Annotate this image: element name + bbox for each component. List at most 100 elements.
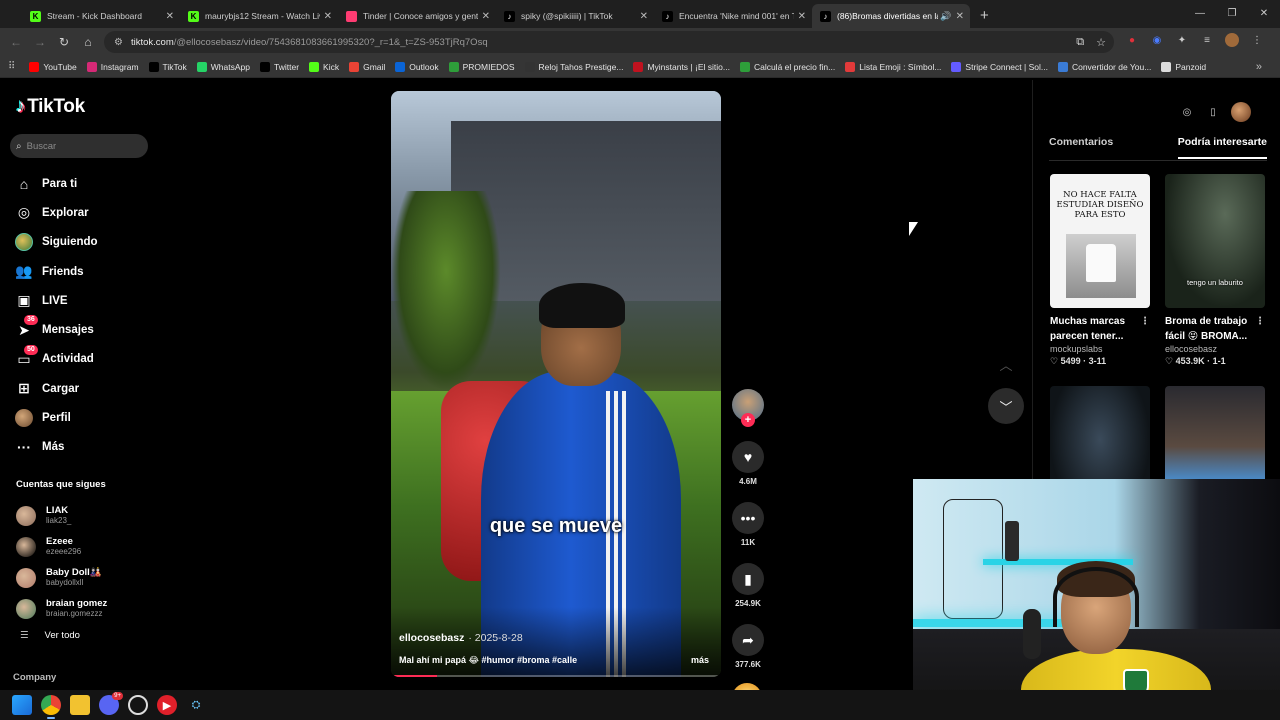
browser-tab[interactable]: Tinder | Conoce amigos y gente ✕: [338, 4, 496, 28]
nav-item[interactable]: ··· Más: [14, 433, 98, 462]
install-app-icon[interactable]: ⧉: [1076, 36, 1084, 49]
windows-start-icon[interactable]: [12, 695, 32, 715]
nav-item[interactable]: ⌂ Para ti: [14, 169, 98, 198]
video-player[interactable]: que se mueve ellocosebasz · 2025-8-28 Mal…: [391, 91, 721, 677]
bookmark-item[interactable]: WhatsApp: [196, 61, 250, 72]
card-title[interactable]: Muchas marcas parecen tener... ⋮: [1050, 314, 1150, 344]
bookmark-item[interactable]: Lista Emoji : Símbol...: [845, 61, 941, 72]
bookmark-item[interactable]: Myinstants | ¡El sitio...: [633, 61, 730, 72]
extensions-puzzle-icon[interactable]: ✦: [1175, 33, 1189, 47]
bookmark-item[interactable]: Outlook: [395, 61, 439, 72]
tab-close-icon[interactable]: ✕: [482, 11, 490, 22]
bookmark-item[interactable]: Panzoid: [1161, 61, 1206, 72]
nav-item[interactable]: Siguiendo: [14, 228, 98, 257]
extension-red-icon[interactable]: ●: [1125, 33, 1139, 47]
nav-item[interactable]: Perfil: [14, 403, 98, 432]
speaker-icon[interactable]: 🔊: [940, 11, 951, 22]
video-author[interactable]: ellocosebasz · 2025-8-28: [399, 632, 523, 644]
tab-close-icon[interactable]: ✕: [956, 11, 964, 22]
bookmark-item[interactable]: Stripe Connect | Sol...: [951, 61, 1048, 72]
apps-grid-icon[interactable]: ⠿: [8, 61, 15, 72]
discord-icon[interactable]: 9+: [99, 692, 123, 715]
bookmark-item[interactable]: Convertidor de You...: [1057, 61, 1151, 72]
card-user[interactable]: mockupslabs: [1050, 344, 1150, 354]
bookmark-icon[interactable]: ▮: [732, 563, 764, 595]
bookmark-star-icon[interactable]: ☆: [1096, 36, 1106, 49]
creator-avatar[interactable]: +: [732, 389, 764, 427]
browser-tab[interactable]: ♪ (86)Bromas divertidas en la calle🔊 ✕: [812, 4, 970, 28]
nav-item[interactable]: ➤ 36 Mensajes: [14, 315, 98, 344]
compass-small-icon[interactable]: ◎: [1179, 104, 1195, 120]
bookmark-item[interactable]: Reloj Tahos Prestige...: [524, 61, 623, 72]
tab-may-interest[interactable]: Podría interesarte: [1177, 136, 1267, 159]
obs-icon[interactable]: [128, 695, 148, 715]
following-account[interactable]: LIAK liak23_: [16, 500, 107, 531]
recommended-card[interactable]: tengo un laburito Broma de trabajo fácil…: [1165, 174, 1265, 367]
close-window-icon[interactable]: ✕: [1248, 0, 1280, 28]
phone-icon[interactable]: ▯: [1205, 104, 1221, 120]
search-input[interactable]: ⌕ Buscar: [10, 134, 148, 158]
heart-icon[interactable]: ♥: [732, 441, 764, 473]
tab-close-icon[interactable]: ✕: [798, 11, 806, 22]
video-author-name[interactable]: ellocosebasz: [399, 632, 464, 644]
profile-avatar-icon[interactable]: [1225, 33, 1239, 47]
extension-blue-icon[interactable]: ◉: [1150, 33, 1164, 47]
steam-icon[interactable]: ⛭: [186, 695, 206, 715]
card-thumbnail[interactable]: tengo un laburito: [1165, 174, 1265, 308]
video-progress-bar[interactable]: [391, 675, 721, 677]
youtube-app-icon[interactable]: ▶: [157, 695, 177, 715]
card-thumbnail[interactable]: NO HACE FALTA ESTUDIAR DISEÑO PARA ESTO: [1050, 174, 1150, 308]
nav-item[interactable]: 👥 Friends: [14, 257, 98, 286]
browser-tab[interactable]: Kmaurybjs12 Stream - Watch Live ✕: [180, 4, 338, 28]
back-arrow-icon[interactable]: ←: [4, 35, 28, 49]
browser-tab[interactable]: K Stream - Kick Dashboard ✕: [22, 4, 180, 28]
bookmark-item[interactable]: TikTok: [148, 61, 187, 72]
forward-arrow-icon[interactable]: →: [28, 35, 52, 49]
nav-item[interactable]: ◎ Explorar: [14, 198, 98, 227]
company-link[interactable]: Company: [13, 672, 56, 683]
reading-list-icon[interactable]: ≡: [1200, 33, 1214, 47]
following-account[interactable]: Baby Doll🎎 babydollxll: [16, 562, 107, 593]
share-icon[interactable]: ➦: [732, 624, 764, 656]
browser-menu-icon[interactable]: ⋮: [1250, 33, 1264, 47]
browser-tab[interactable]: ♪ Encuentra 'Nike mind 001' en TikTok ✕: [654, 4, 812, 28]
following-account[interactable]: Ezeee ezeee296: [16, 531, 107, 562]
card-options-icon[interactable]: ⋮: [1140, 314, 1150, 329]
bookmark-item[interactable]: Calculá el precio fin...: [739, 61, 835, 72]
previous-video-chevron-up-icon[interactable]: ︿: [988, 346, 1024, 382]
bookmark-item[interactable]: Instagram: [86, 61, 139, 72]
see-all-button[interactable]: ☰ Ver todo: [20, 630, 80, 641]
browser-tab[interactable]: ♪ spiky (@spikiiiii) | TikTok ✕: [496, 4, 654, 28]
maximize-icon[interactable]: ❐: [1216, 0, 1248, 28]
nav-item[interactable]: ⊞ Cargar: [14, 374, 98, 403]
following-account[interactable]: braian gomez braian.gomezzz: [16, 593, 107, 624]
next-video-chevron-down-icon[interactable]: ﹀: [988, 388, 1024, 424]
tab-close-icon[interactable]: ✕: [324, 11, 332, 22]
card-options-icon[interactable]: ⋮: [1255, 314, 1265, 329]
bookmark-item[interactable]: PROMIEDOS: [448, 61, 515, 72]
minimize-icon[interactable]: —: [1184, 0, 1216, 28]
reload-icon[interactable]: ↻: [52, 35, 76, 49]
tiktok-logo[interactable]: ♪ TikTok: [16, 96, 85, 118]
url-bar[interactable]: ⚙ tiktok.com /@ellocosebasz/video/754368…: [104, 31, 1114, 53]
file-explorer-icon[interactable]: [70, 695, 90, 715]
site-info-icon[interactable]: ⚙: [114, 37, 123, 48]
bookmark-item[interactable]: YouTube: [29, 61, 77, 72]
card-user[interactable]: ellocosebasz: [1165, 344, 1265, 354]
bookmark-item[interactable]: Twitter: [260, 61, 299, 72]
bookmark-item[interactable]: Gmail: [349, 61, 385, 72]
bookmark-item[interactable]: Kick: [309, 61, 339, 72]
card-title[interactable]: Broma de trabajo fácil 😝 BROMA... ⋮: [1165, 314, 1265, 344]
more-bookmarks-icon[interactable]: »: [1256, 61, 1262, 73]
new-tab-button[interactable]: +: [980, 7, 989, 24]
user-avatar[interactable]: [1231, 102, 1251, 122]
tab-close-icon[interactable]: ✕: [640, 11, 648, 22]
tab-comments[interactable]: Comentarios: [1049, 136, 1113, 159]
nav-item[interactable]: ▣ LIVE: [14, 286, 98, 315]
follow-plus-icon[interactable]: +: [741, 413, 755, 427]
comment-icon[interactable]: •••: [732, 502, 764, 534]
chrome-icon[interactable]: [41, 695, 61, 719]
nav-item[interactable]: ▭ 50 Actividad: [14, 344, 98, 374]
video-more-button[interactable]: más: [691, 655, 709, 665]
recommended-card[interactable]: NO HACE FALTA ESTUDIAR DISEÑO PARA ESTO …: [1050, 174, 1150, 367]
